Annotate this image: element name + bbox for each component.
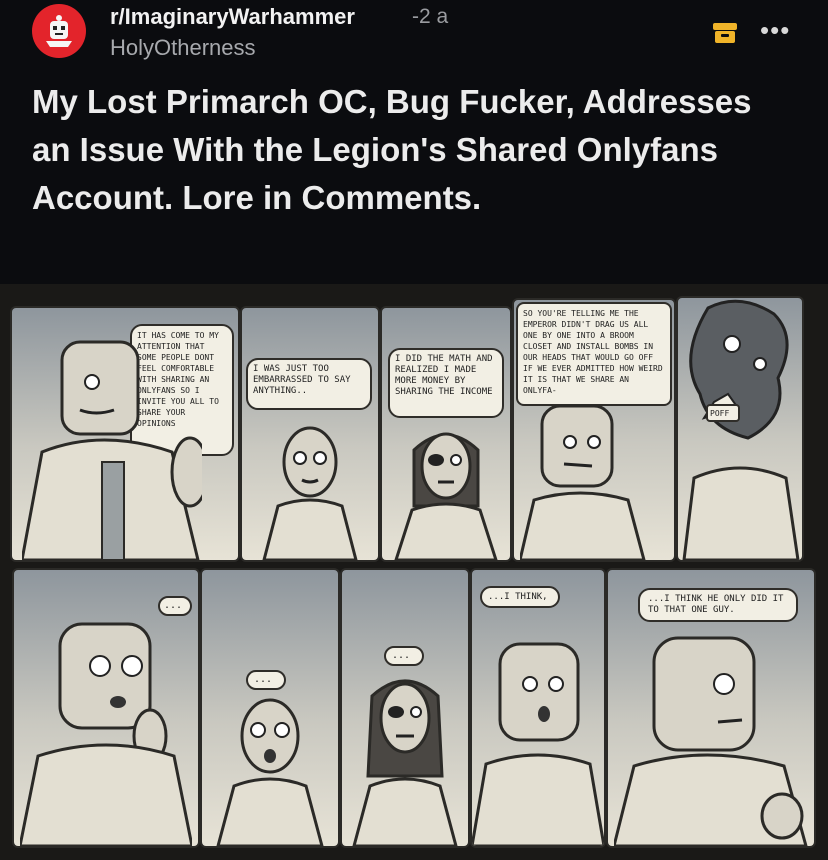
speech-bubble: I was just too embarrassed to say anythi… — [246, 358, 372, 410]
comic-panel-6: ... — [12, 568, 200, 848]
subreddit-name[interactable]: r/ImaginaryWarhammer — [110, 4, 355, 30]
comic-panel-8: ... — [340, 568, 470, 848]
character-figure — [20, 622, 192, 846]
comic-image[interactable]: It has come to my attention that some pe… — [0, 284, 828, 860]
mod-archive-icon[interactable] — [712, 22, 738, 44]
thought-bubble: ... — [158, 596, 192, 616]
character-figure — [520, 404, 646, 560]
exploding-head-figure — [682, 299, 800, 560]
comic-panel-7: ... — [200, 568, 340, 848]
character-figure — [216, 698, 324, 846]
character-figure — [352, 679, 458, 846]
comic-panel-3: I did the math and realized I made more … — [380, 306, 512, 562]
comic-panel-9: ...I think, — [470, 568, 606, 848]
speech-bubble: ...I think he only did it to that one gu… — [638, 588, 798, 622]
character-figure — [262, 426, 358, 560]
comic-panel-1: It has come to my attention that some pe… — [10, 306, 240, 562]
comic-panel-2: I was just too embarrassed to say anythi… — [240, 306, 380, 562]
comic-panel-5: poff — [676, 296, 804, 562]
username[interactable]: HolyOtherness — [110, 35, 256, 61]
post-header: r/ImaginaryWarhammer -2 a HolyOtherness … — [0, 0, 828, 282]
thought-bubble: ... — [246, 670, 286, 690]
post-age: -2 a — [412, 5, 449, 28]
comic-panel-10: ...I think he only did it to that one gu… — [606, 568, 816, 848]
character-figure — [22, 340, 202, 560]
speech-bubble: So you're telling me the emperor didn't … — [516, 302, 672, 406]
sound-effect: poff — [706, 404, 740, 422]
speech-bubble: I did the math and realized I made more … — [388, 348, 504, 418]
comic-panel-4: So you're telling me the emperor didn't … — [512, 298, 676, 562]
character-figure — [614, 636, 808, 846]
speech-bubble: ...I think, — [480, 586, 560, 608]
thought-bubble: ... — [384, 646, 424, 666]
post-title[interactable]: My Lost Primarch OC, Bug Fucker, Address… — [32, 78, 752, 222]
subreddit-avatar-icon[interactable] — [32, 4, 86, 58]
more-options-icon[interactable]: ••• — [760, 17, 790, 43]
character-figure — [472, 642, 604, 846]
character-figure — [394, 432, 498, 560]
